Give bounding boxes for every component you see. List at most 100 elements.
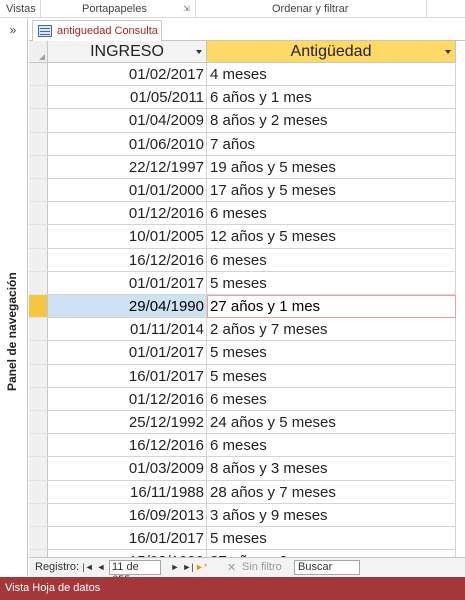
table-row[interactable]: 16/12/2016 6 meses — [29, 248, 463, 272]
cell-ingreso[interactable]: 01/05/2011 — [48, 86, 207, 110]
cell-antiguedad[interactable]: 6 meses — [207, 387, 456, 411]
record-selector[interactable] — [29, 202, 48, 226]
cell-antiguedad[interactable]: 27 años y 1 mes — [207, 295, 456, 319]
table-row[interactable]: 22/12/1997 19 años y 5 meses — [29, 155, 463, 179]
table-row[interactable]: 25/12/1992 24 años y 5 meses — [29, 411, 463, 435]
cell-antiguedad[interactable]: 8 años y 2 meses — [207, 109, 456, 133]
cell-antiguedad[interactable]: 5 meses — [207, 527, 456, 551]
record-selector[interactable] — [29, 248, 48, 272]
column-header-ingreso[interactable]: INGRESO — [48, 41, 207, 63]
record-selector[interactable] — [29, 318, 48, 342]
table-row[interactable]: 01/04/2009 8 años y 2 meses — [29, 109, 463, 133]
first-record-button[interactable]: |◄ — [82, 560, 94, 574]
table-row[interactable]: 01/05/2011 6 años y 1 mes — [29, 86, 463, 110]
record-selector[interactable] — [29, 480, 48, 504]
record-selector[interactable] — [29, 411, 48, 435]
record-selector[interactable] — [29, 132, 48, 156]
record-selector[interactable] — [29, 527, 48, 551]
record-selector[interactable] — [29, 364, 48, 388]
table-row[interactable]: 16/01/2017 5 meses — [29, 527, 463, 551]
navigation-pane-label[interactable]: Panel de navegación — [5, 272, 19, 391]
chevron-down-icon[interactable] — [196, 50, 202, 54]
table-row[interactable]: 15/03/199027 años y 2 meses — [29, 550, 463, 557]
table-row[interactable]: 16/01/2017 5 meses — [29, 364, 463, 388]
table-row[interactable]: 16/12/2016 6 meses — [29, 434, 463, 458]
record-selector[interactable] — [29, 109, 48, 133]
select-all-corner[interactable] — [29, 41, 48, 63]
record-selector[interactable] — [29, 63, 48, 87]
cell-ingreso[interactable]: 01/06/2010 — [48, 132, 207, 156]
cell-antiguedad[interactable]: 5 meses — [207, 341, 456, 365]
record-selector[interactable] — [29, 434, 48, 458]
cell-antiguedad[interactable]: 4 meses — [207, 63, 456, 87]
record-selector[interactable] — [29, 457, 48, 481]
datasheet-grid[interactable]: INGRESO Antigüedad 01/02/2017 4 meses 01/0… — [29, 41, 463, 557]
cell-ingreso[interactable]: 16/12/2016 — [48, 434, 207, 458]
cell-ingreso[interactable]: 01/01/2000 — [48, 179, 207, 203]
cell-antiguedad[interactable]: 12 años y 5 meses — [207, 225, 456, 249]
record-selector[interactable] — [29, 271, 48, 295]
cell-ingreso[interactable]: 16/01/2017 — [48, 527, 207, 551]
cell-ingreso[interactable]: 01/01/2017 — [48, 271, 207, 295]
table-row[interactable]: 01/03/2009 8 años y 3 meses — [29, 457, 463, 481]
table-row[interactable]: 01/01/2017 5 meses — [29, 341, 463, 365]
cell-ingreso[interactable]: 01/02/2017 — [48, 63, 207, 87]
table-row[interactable]: 01/02/2017 4 meses — [29, 63, 463, 87]
column-header-antiguedad[interactable]: Antigüedad — [207, 41, 456, 63]
cell-antiguedad[interactable]: 24 años y 5 meses — [207, 411, 456, 435]
table-row[interactable]: 16/09/2013 3 años y 9 meses — [29, 503, 463, 527]
cell-antiguedad[interactable]: 17 años y 5 meses — [207, 179, 456, 203]
record-selector[interactable] — [29, 179, 48, 203]
cell-antiguedad[interactable]: 27 años y 2 meses — [207, 550, 456, 557]
cell-ingreso[interactable]: 16/01/2017 — [48, 364, 207, 388]
cell-ingreso[interactable]: 16/09/2013 — [48, 503, 207, 527]
table-row[interactable]: 01/06/2010 7 años — [29, 132, 463, 156]
cell-ingreso[interactable]: 01/01/2017 — [48, 341, 207, 365]
cell-antiguedad[interactable]: 7 años — [207, 132, 456, 156]
cell-antiguedad[interactable]: 2 años y 7 meses — [207, 318, 456, 342]
table-row[interactable]: 10/01/2005 12 años y 5 meses — [29, 225, 463, 249]
record-selector[interactable] — [29, 295, 48, 319]
expand-nav-icon[interactable]: » — [4, 22, 22, 38]
cell-antiguedad[interactable]: 6 meses — [207, 248, 456, 272]
table-row[interactable]: 29/04/1990 27 años y 1 mes — [29, 295, 463, 319]
cell-antiguedad[interactable]: 6 años y 1 mes — [207, 86, 456, 110]
filter-toggle-button[interactable]: Sin filtro — [242, 561, 282, 573]
cell-antiguedad[interactable]: 3 años y 9 meses — [207, 503, 456, 527]
cell-ingreso[interactable]: 01/12/2016 — [48, 202, 207, 226]
table-row[interactable]: 01/12/2016 6 meses — [29, 202, 463, 226]
cell-antiguedad[interactable]: 19 años y 5 meses — [207, 155, 456, 179]
cell-ingreso[interactable]: 01/04/2009 — [48, 109, 207, 133]
cell-ingreso[interactable]: 15/03/1990 — [48, 550, 207, 557]
record-selector[interactable] — [29, 550, 48, 557]
cell-antiguedad[interactable]: 28 años y 7 meses — [207, 480, 456, 504]
cell-ingreso[interactable]: 10/01/2005 — [48, 225, 207, 249]
table-row[interactable]: 01/12/2016 6 meses — [29, 387, 463, 411]
cell-antiguedad[interactable]: 8 años y 3 meses — [207, 457, 456, 481]
chevron-down-icon[interactable] — [445, 50, 451, 54]
cell-antiguedad[interactable]: 5 meses — [207, 271, 456, 295]
search-input[interactable]: Buscar — [294, 560, 360, 575]
table-row[interactable]: 01/01/2000 17 años y 5 meses — [29, 179, 463, 203]
next-record-button[interactable]: ► — [169, 560, 181, 574]
cell-ingreso[interactable]: 22/12/1997 — [48, 155, 207, 179]
cell-antiguedad[interactable]: 6 meses — [207, 202, 456, 226]
cell-antiguedad[interactable]: 6 meses — [207, 434, 456, 458]
previous-record-button[interactable]: ◄ — [95, 560, 107, 574]
record-selector[interactable] — [29, 341, 48, 365]
new-record-button[interactable]: ►* — [195, 560, 207, 574]
record-selector[interactable] — [29, 86, 48, 110]
table-row[interactable]: 01/01/2017 5 meses — [29, 271, 463, 295]
cell-ingreso[interactable]: 16/12/2016 — [48, 248, 207, 272]
cell-ingreso[interactable]: 01/03/2009 — [48, 457, 207, 481]
table-row[interactable]: 01/11/2014 2 años y 7 meses — [29, 318, 463, 342]
dialog-launcher-icon[interactable]: ⇲ — [183, 4, 192, 13]
cell-antiguedad[interactable]: 5 meses — [207, 364, 456, 388]
last-record-button[interactable]: ►| — [182, 560, 194, 574]
cell-ingreso[interactable]: 01/11/2014 — [48, 318, 207, 342]
current-record-field[interactable]: 11 de 655 — [109, 560, 161, 586]
record-selector[interactable] — [29, 225, 48, 249]
tab-antiguedad-consulta[interactable]: antiguedad Consulta — [32, 20, 162, 42]
cell-ingreso[interactable]: 01/12/2016 — [48, 387, 207, 411]
cell-ingreso[interactable]: 29/04/1990 — [48, 295, 207, 319]
